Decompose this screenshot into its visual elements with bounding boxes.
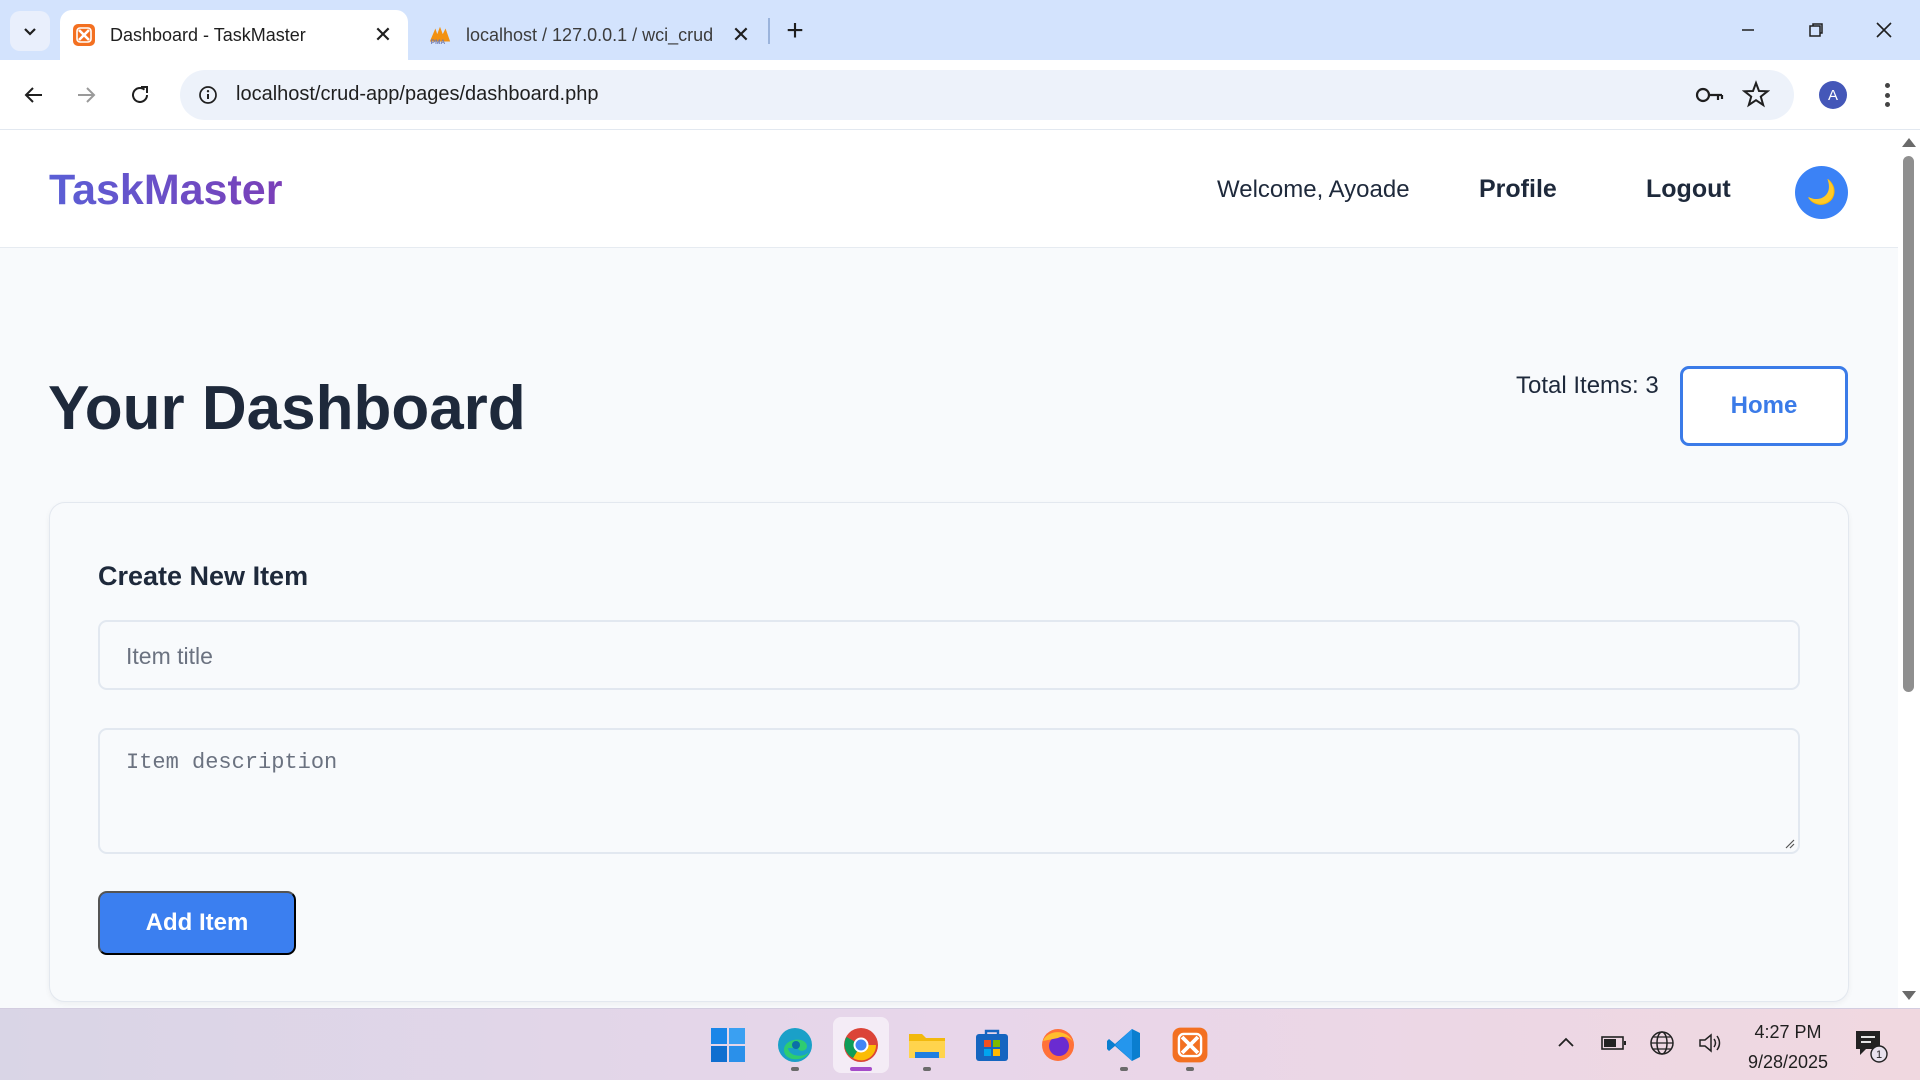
reload-icon <box>132 86 148 103</box>
scroll-up-arrow-icon[interactable] <box>1902 138 1916 147</box>
arrow-right-icon <box>78 87 96 103</box>
chevron-down-icon <box>24 28 36 36</box>
item-description-textarea[interactable]: Item description <box>98 728 1800 854</box>
restore-icon <box>1809 23 1823 37</box>
chrome-icon <box>844 1028 878 1062</box>
start-button[interactable] <box>700 1017 756 1073</box>
system-clock[interactable]: 4:27 PM 9/28/2025 <box>1740 1017 1836 1077</box>
taskbar-chrome[interactable] <box>833 1017 889 1073</box>
close-icon <box>1876 22 1892 38</box>
tab-separator <box>768 18 770 44</box>
battery-icon[interactable] <box>1598 1027 1630 1059</box>
item-title-placeholder: Item title <box>126 643 213 669</box>
scroll-thumb[interactable] <box>1903 156 1914 692</box>
site-header: TaskMaster Welcome, Ayoade Profile Logou… <box>0 130 1898 248</box>
create-item-card: Create New Item Item title Item descript… <box>49 502 1849 1002</box>
notification-count: 1 <box>1876 1049 1882 1061</box>
browser-toolbar: localhost/crud-app/pages/dashboard.php A <box>0 60 1920 130</box>
brand-logo[interactable]: TaskMaster <box>49 166 282 215</box>
tab-phpmyadmin[interactable]: PMA localhost / 127.0.0.1 / wci_crud ✕ <box>416 10 766 60</box>
clock-date: 9/28/2025 <box>1747 1052 1829 1072</box>
clock-time: 4:27 PM <box>1754 1022 1822 1042</box>
chrome-menu-icon[interactable] <box>1872 79 1902 111</box>
store-icon <box>976 1029 1008 1061</box>
firefox-icon <box>1042 1029 1074 1061</box>
phpmyadmin-favicon-icon: PMA <box>428 23 452 47</box>
volume-icon[interactable] <box>1694 1027 1726 1059</box>
scroll-down-arrow-icon[interactable] <box>1902 991 1916 1000</box>
close-tab-icon[interactable]: ✕ <box>368 20 398 50</box>
url-text: localhost/crud-app/pages/dashboard.php <box>236 83 599 105</box>
taskbar-firefox[interactable] <box>1030 1017 1086 1073</box>
nav-logout-link[interactable]: Logout <box>1646 175 1731 204</box>
tab-title: Dashboard - TaskMaster <box>110 24 306 45</box>
address-bar[interactable]: localhost/crud-app/pages/dashboard.php <box>180 70 1794 120</box>
bookmark-star-icon[interactable] <box>1741 80 1772 110</box>
reload-button[interactable] <box>118 73 162 117</box>
show-hidden-icons-button[interactable] <box>1550 1027 1582 1059</box>
notification-chat-icon: 1 <box>1856 1031 1888 1063</box>
taskbar-file-explorer[interactable] <box>899 1017 955 1073</box>
taskbar-xampp[interactable] <box>1162 1017 1218 1073</box>
arrow-left-icon <box>24 87 42 103</box>
close-window-button[interactable] <box>1854 6 1914 54</box>
theme-toggle-button[interactable]: 🌙 <box>1795 166 1848 219</box>
xampp-icon <box>1172 1027 1208 1063</box>
site-info-icon[interactable] <box>194 81 222 109</box>
tab-dashboard[interactable]: Dashboard - TaskMaster ✕ <box>60 10 408 60</box>
minimize-icon <box>1742 29 1754 31</box>
svg-text:PMA: PMA <box>431 39 446 46</box>
notification-center-button[interactable]: 1 <box>1852 1027 1888 1063</box>
tab-search-button[interactable] <box>10 11 50 51</box>
create-item-heading: Create New Item <box>98 561 309 591</box>
welcome-message: Welcome, Ayoade <box>1217 176 1410 203</box>
password-key-icon[interactable] <box>1694 82 1724 108</box>
moon-icon: 🌙 <box>1806 179 1837 206</box>
page-title: Your Dashboard <box>48 374 526 443</box>
taskbar-microsoft-store[interactable] <box>964 1017 1020 1073</box>
page-scrollbar[interactable] <box>1898 130 1920 1008</box>
taskbar-edge[interactable] <box>767 1017 823 1073</box>
total-items-count: Total Items: 3 <box>1516 372 1659 399</box>
tab-title: localhost / 127.0.0.1 / wci_crud <box>466 24 714 45</box>
forward-button[interactable] <box>64 73 108 117</box>
taskbar-vscode[interactable] <box>1096 1017 1152 1073</box>
page-viewport: TaskMaster Welcome, Ayoade Profile Logou… <box>0 130 1898 1008</box>
chrome-profile-avatar[interactable]: A <box>1819 81 1847 109</box>
folder-icon <box>909 1034 945 1058</box>
add-item-button[interactable]: Add Item <box>98 891 296 955</box>
resize-handle-icon[interactable] <box>1783 837 1795 849</box>
back-button[interactable] <box>12 73 56 117</box>
item-title-input[interactable]: Item title <box>98 620 1800 690</box>
chevron-up-icon <box>1558 1037 1574 1047</box>
windows-logo-icon <box>711 1028 745 1062</box>
close-tab-icon[interactable]: ✕ <box>726 20 756 50</box>
nav-profile-link[interactable]: Profile <box>1479 175 1557 204</box>
browser-tab-strip: Dashboard - TaskMaster ✕ PMA localhost /… <box>0 0 1920 60</box>
restore-button[interactable] <box>1786 6 1846 54</box>
item-description-placeholder: Item description <box>126 750 338 775</box>
network-globe-icon[interactable] <box>1646 1027 1678 1059</box>
edge-icon <box>778 1028 812 1062</box>
xampp-favicon-icon <box>72 23 96 47</box>
home-button[interactable]: Home <box>1680 366 1848 446</box>
windows-taskbar: 4:27 PM 9/28/2025 1 <box>0 1008 1920 1080</box>
new-tab-button[interactable]: + <box>778 14 812 48</box>
minimize-button[interactable] <box>1718 6 1778 54</box>
vscode-icon <box>1107 1029 1140 1061</box>
